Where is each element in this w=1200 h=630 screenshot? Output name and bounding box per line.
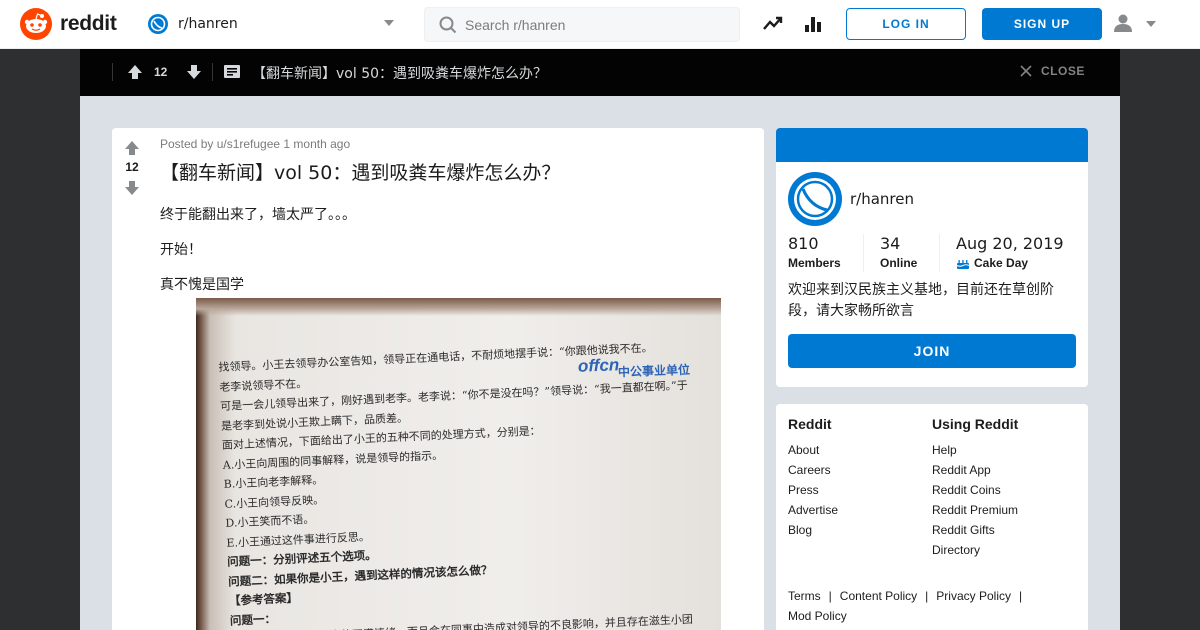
footer-link-help[interactable]: Help bbox=[932, 440, 1018, 460]
policy-link-content[interactable]: Content Policy bbox=[840, 589, 917, 603]
login-button[interactable]: LOG IN bbox=[846, 8, 966, 40]
footer-links-card: Reddit About Careers Press Advertise Blo… bbox=[776, 404, 1088, 630]
community-dropdown[interactable]: r/hanren bbox=[138, 8, 406, 40]
post-paragraph: 开始！ bbox=[160, 242, 202, 258]
reddit-snoo-icon bbox=[20, 8, 52, 40]
footer-heading: Reddit bbox=[788, 416, 832, 432]
cake-icon bbox=[956, 259, 970, 269]
footer-link-reddit-app[interactable]: Reddit App bbox=[932, 460, 1018, 480]
post-paragraph: 真不愧是国学 bbox=[160, 277, 244, 293]
separator: | bbox=[925, 589, 929, 603]
popular-trend-icon[interactable] bbox=[763, 14, 783, 34]
vote-score: 12 bbox=[125, 160, 139, 174]
close-label: CLOSE bbox=[1041, 64, 1085, 78]
footer-link-reddit-coins[interactable]: Reddit Coins bbox=[932, 480, 1018, 500]
close-button[interactable]: CLOSE bbox=[1020, 64, 1085, 78]
policy-link-privacy[interactable]: Privacy Policy bbox=[936, 589, 1011, 603]
footer-link-careers[interactable]: Careers bbox=[788, 460, 838, 480]
post-overlay-title: 【翻车新闻】vol 50：遇到吸粪车爆炸怎么办？ bbox=[252, 66, 548, 82]
comment-icon bbox=[224, 65, 240, 78]
footer-link-about[interactable]: About bbox=[788, 440, 838, 460]
reddit-wordmark: reddit bbox=[60, 12, 117, 35]
upvote-icon[interactable] bbox=[123, 139, 141, 157]
policy-link-mod[interactable]: Mod Policy bbox=[788, 609, 847, 623]
post-title: 【翻车新闻】vol 50：遇到吸粪车爆炸怎么办？ bbox=[160, 162, 561, 184]
policy-link-terms[interactable]: Terms bbox=[788, 589, 821, 603]
online-stat: 34 Online bbox=[880, 234, 917, 270]
post-card: 12 Posted by u/s1refugee 1 month ago 【翻车… bbox=[112, 128, 764, 630]
cakeday-stat: Aug 20, 2019 Cake Day bbox=[956, 234, 1064, 270]
post-paragraph: 终于能翻出来了，墙太严了。。。 bbox=[160, 207, 356, 223]
separator: | bbox=[828, 589, 832, 603]
search-box[interactable] bbox=[424, 7, 740, 42]
cakeday-date: Aug 20, 2019 bbox=[956, 234, 1064, 253]
footer-heading: Using Reddit bbox=[932, 416, 1019, 432]
search-input[interactable] bbox=[465, 16, 725, 33]
online-count: 34 bbox=[880, 234, 901, 253]
divider bbox=[212, 63, 213, 81]
footer-link-reddit-gifts[interactable]: Reddit Gifts bbox=[932, 520, 1018, 540]
stats-icon[interactable] bbox=[803, 14, 823, 34]
separator: | bbox=[1018, 589, 1023, 603]
post-score: 12 bbox=[154, 65, 168, 79]
members-label: Members bbox=[788, 256, 841, 270]
chevron-down-icon bbox=[384, 20, 394, 26]
members-stat: 810 Members bbox=[788, 234, 841, 270]
post-image[interactable]: offcn 中公事业单位 找领导。小王去领导办公室告知，领导正在通电话，不耐烦地… bbox=[196, 298, 721, 630]
members-count: 810 bbox=[788, 234, 819, 253]
cakeday-label: Cake Day bbox=[974, 256, 1029, 270]
footer-link-reddit-premium[interactable]: Reddit Premium bbox=[932, 500, 1018, 520]
footer-link-advertise[interactable]: Advertise bbox=[788, 500, 838, 520]
community-avatar bbox=[788, 172, 842, 226]
community-name: r/hanren bbox=[850, 190, 914, 208]
footer-link-press[interactable]: Press bbox=[788, 480, 838, 500]
image-text: 找领导。小王去领导办公室告知，领导正在通电话，不耐烦地摆手说：“你跟他说我不在。… bbox=[218, 335, 721, 630]
about-community-card: r/hanren 810 Members 34 Online Aug 20, 2… bbox=[776, 128, 1088, 387]
reddit-logo[interactable]: reddit bbox=[20, 8, 117, 40]
footer-link-directory[interactable]: Directory bbox=[932, 540, 1018, 560]
community-name: r/hanren bbox=[178, 16, 238, 32]
subreddit-icon bbox=[148, 14, 168, 34]
divider bbox=[939, 234, 940, 272]
user-icon bbox=[1114, 14, 1132, 32]
upvote-icon[interactable] bbox=[126, 63, 144, 81]
signup-button[interactable]: SIGN UP bbox=[982, 8, 1102, 40]
post-meta: Posted by u/s1refugee 1 month ago bbox=[160, 137, 351, 151]
divider bbox=[863, 234, 864, 272]
divider bbox=[112, 63, 113, 81]
downvote-icon[interactable] bbox=[123, 179, 141, 197]
top-header: reddit r/hanren LOG IN SIGN UP bbox=[0, 0, 1200, 49]
policy-links: Terms | Content Policy | Privacy Policy | Mod … bbox=[788, 586, 1078, 626]
close-icon bbox=[1020, 65, 1032, 77]
footer-column-reddit: Reddit About Careers Press Advertise Blo… bbox=[788, 416, 838, 540]
online-label: Online bbox=[880, 256, 918, 270]
image-shadow bbox=[196, 298, 721, 316]
community-description: 欢迎来到汉民族主义基地，目前还在草创阶段，请大家畅所欲言 bbox=[788, 282, 1054, 319]
footer-column-using-reddit: Using Reddit Help Reddit App Reddit Coin… bbox=[932, 416, 1018, 560]
footer-link-blog[interactable]: Blog bbox=[788, 520, 838, 540]
chevron-down-icon bbox=[1146, 21, 1156, 27]
post-overlay-bar: 12 【翻车新闻】vol 50：遇到吸粪车爆炸怎么办？ CLOSE bbox=[80, 49, 1120, 96]
user-menu[interactable] bbox=[1112, 12, 1162, 36]
search-icon bbox=[439, 16, 457, 33]
join-button[interactable]: JOIN bbox=[788, 334, 1076, 368]
community-banner bbox=[776, 128, 1088, 162]
cakeday-row: Cake Day bbox=[956, 256, 1064, 270]
downvote-icon[interactable] bbox=[185, 63, 203, 81]
